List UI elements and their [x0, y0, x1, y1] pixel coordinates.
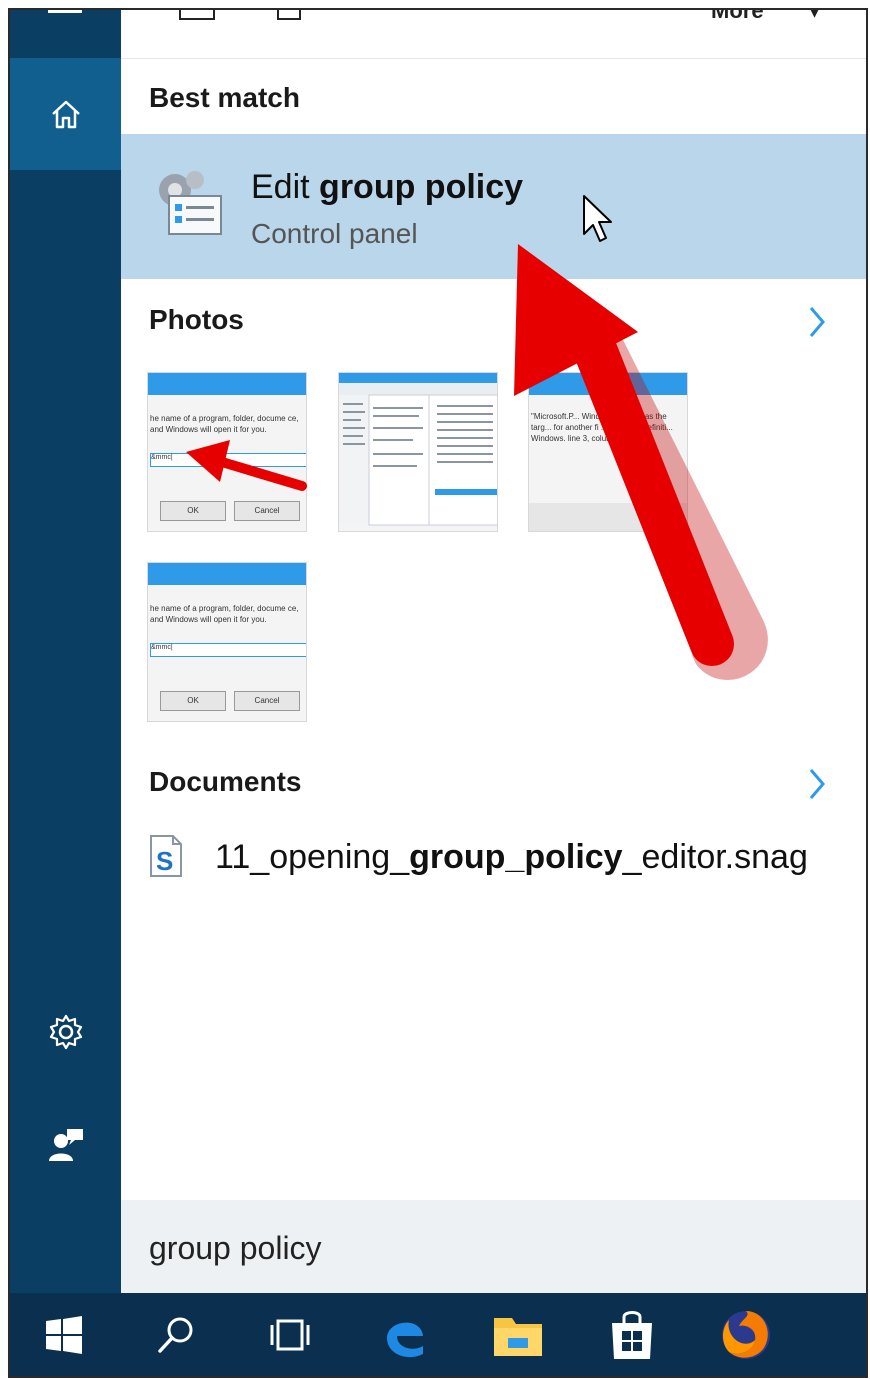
start-menu-window: More ▾ Best match Edit group policy Cont… — [8, 8, 868, 1378]
photo-thumbnail[interactable]: "Microsoft.P... WindowsLoca ed as the ta… — [528, 372, 688, 532]
search-input[interactable]: group policy — [149, 1230, 322, 1267]
search-icon — [158, 1317, 193, 1353]
best-match-title: Edit group policy — [251, 168, 524, 206]
search-button[interactable] — [148, 1307, 204, 1363]
file-explorer-button[interactable] — [490, 1307, 546, 1363]
start-button[interactable] — [36, 1307, 92, 1363]
group-policy-icon — [159, 171, 222, 235]
gear-icon — [49, 1014, 82, 1050]
task-view-button[interactable] — [262, 1307, 318, 1363]
apps-filter-icon[interactable] — [179, 10, 215, 20]
more-filter-button[interactable]: More — [711, 10, 764, 24]
thumbnail-cancel: Cancel — [234, 691, 300, 711]
chevron-right-icon[interactable] — [803, 304, 831, 340]
store-button[interactable] — [604, 1307, 660, 1363]
document-result[interactable]: S 11_opening_group_policy_editor.snag — [149, 830, 849, 890]
windows-start-icon — [46, 1316, 82, 1354]
thumbnail-editor-image — [339, 383, 497, 526]
section-title-documents: Documents — [149, 766, 302, 797]
chevron-down-icon[interactable]: ▾ — [809, 10, 820, 24]
thumbnail-titlebar — [148, 373, 306, 395]
firefox-button[interactable] — [718, 1307, 774, 1363]
thumbnail-text: he name of a program, folder, docume ce,… — [150, 414, 299, 434]
firefox-icon — [722, 1311, 770, 1359]
photo-thumbnail[interactable]: he name of a program, folder, docume ce,… — [147, 562, 307, 722]
thumbnail-footer — [529, 503, 687, 531]
thumbnail-ok: OK — [160, 691, 226, 711]
chevron-right-icon[interactable] — [803, 766, 831, 802]
thumbnail-text: he name of a program, folder, docume ce,… — [150, 604, 299, 624]
file-explorer-icon — [494, 1318, 542, 1356]
thumbnail-titlebar — [148, 563, 306, 585]
thumbnail-cancel: Cancel — [234, 501, 300, 521]
task-view-icon — [270, 1319, 310, 1351]
document-filename: 11_opening_group_policy_editor.snag — [215, 838, 808, 876]
hamburger-icon[interactable] — [48, 10, 82, 13]
edge-button[interactable] — [376, 1307, 432, 1363]
photo-thumbnail[interactable]: he name of a program, folder, docume ce,… — [147, 372, 307, 532]
search-box[interactable]: group policy — [121, 1200, 866, 1293]
svg-text:S: S — [156, 846, 173, 876]
thumbnail-titlebar — [339, 373, 497, 383]
thumbnail-field: &mmc| — [150, 643, 306, 657]
taskbar — [10, 1293, 866, 1376]
settings-button[interactable] — [10, 1002, 121, 1062]
feedback-icon — [48, 1129, 83, 1161]
search-results-pane: More ▾ Best match Edit group policy Cont… — [121, 10, 866, 1293]
section-title-best-match: Best match — [149, 82, 300, 113]
feedback-button[interactable] — [10, 1114, 121, 1174]
photo-thumbnail[interactable] — [338, 372, 498, 532]
results-filter-bar: More ▾ — [121, 10, 866, 59]
home-button[interactable] — [10, 58, 121, 170]
thumbnail-titlebar — [529, 373, 687, 395]
section-title-photos: Photos — [149, 304, 244, 335]
thumbnail-field: &mmc| — [150, 453, 306, 467]
snagit-file-icon: S — [150, 835, 182, 877]
best-match-result[interactable]: Edit group policy Control panel — [121, 134, 866, 279]
left-rail — [10, 10, 121, 1293]
home-icon — [51, 100, 80, 129]
edge-icon — [387, 1322, 423, 1358]
store-icon — [612, 1311, 652, 1359]
thumbnail-ok: OK — [160, 501, 226, 521]
thumbnail-text: "Microsoft.P... WindowsLoca ed as the ta… — [531, 412, 673, 443]
documents-filter-icon[interactable] — [277, 10, 301, 20]
best-match-subtitle: Control panel — [251, 218, 418, 249]
